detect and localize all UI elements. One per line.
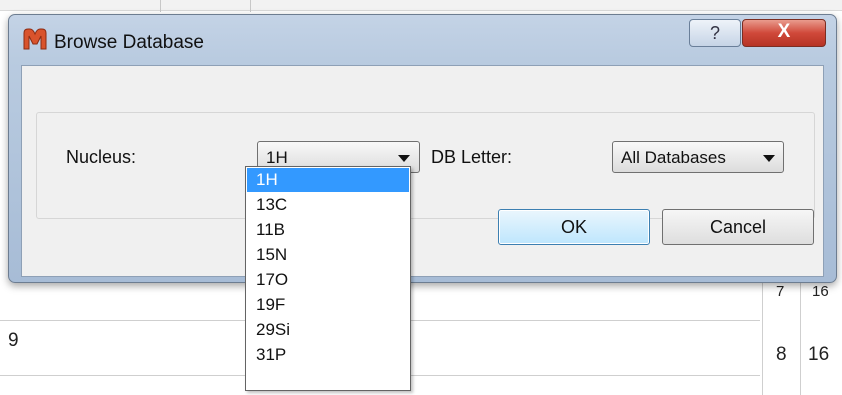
dropdown-option[interactable]: 1H [247, 168, 409, 192]
table-gridline [762, 280, 763, 395]
nucleus-label: Nucleus: [66, 147, 137, 167]
chevron-down-icon [398, 155, 410, 162]
db-letter-select[interactable]: All Databases [612, 141, 784, 173]
background-divider [160, 0, 161, 12]
dropdown-option[interactable]: 19F [247, 293, 409, 317]
dropdown-option[interactable]: 11B [247, 218, 409, 242]
background-toolbar [0, 0, 842, 11]
ok-button[interactable]: OK [498, 209, 650, 245]
dropdown-option[interactable]: 15N [247, 243, 409, 267]
m-logo-icon [23, 28, 47, 50]
db-letter-label: DB Letter: [431, 147, 513, 167]
browse-database-dialog: Browse Database ? X Nucleus: 1H DB Lette… [8, 14, 837, 283]
help-button[interactable]: ? [689, 19, 741, 47]
close-button[interactable]: X [742, 19, 826, 47]
table-cell[interactable]: 8 [776, 344, 787, 366]
table-gridline [800, 280, 801, 395]
background-divider [250, 0, 251, 12]
background-table: 9 7 16 8 16 [0, 280, 842, 395]
dropdown-option[interactable]: 29Si [247, 318, 409, 342]
table-cell[interactable]: 7 [776, 283, 784, 300]
dropdown-option[interactable]: 17O [247, 268, 409, 292]
nucleus-dropdown-list: 1H 13C 11B 15N 17O 19F 29Si 31P [245, 166, 411, 391]
db-letter-select-value: All Databases [621, 148, 726, 167]
dropdown-option[interactable]: 13C [247, 193, 409, 217]
table-cell[interactable]: 9 [8, 330, 19, 352]
dialog-content: Nucleus: 1H DB Letter: All Databases OK … [21, 65, 824, 277]
table-cell[interactable]: 16 [812, 283, 829, 300]
table-cell[interactable]: 16 [808, 344, 829, 366]
dropdown-option[interactable]: 31P [247, 343, 409, 367]
nucleus-select-value: 1H [266, 148, 288, 167]
dialog-title: Browse Database [54, 32, 204, 53]
cancel-button[interactable]: Cancel [662, 209, 814, 245]
chevron-down-icon [763, 155, 775, 162]
